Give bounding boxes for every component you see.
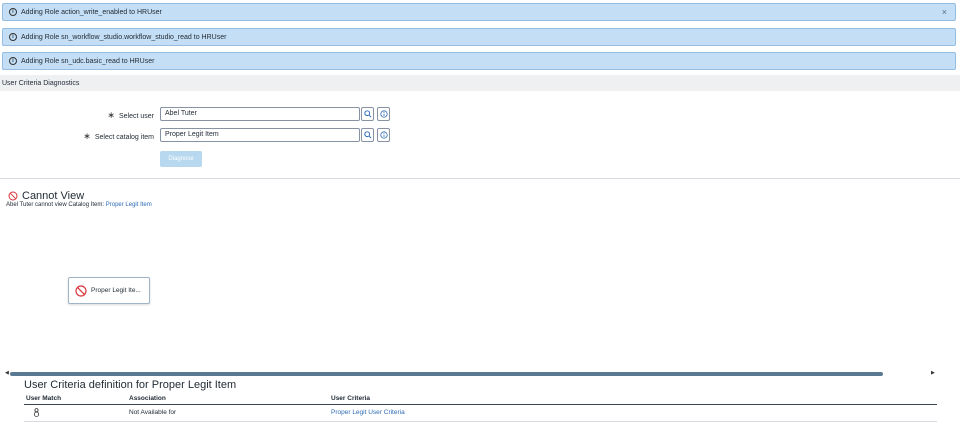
header-divider <box>24 404 937 405</box>
user-criteria-link[interactable]: Proper Legit User Criteria <box>331 409 405 416</box>
scroll-right-icon[interactable]: ▶ <box>931 370 935 376</box>
banner-text: Adding Role sn_udc.basic_read to HRUser <box>21 57 155 65</box>
scroll-left-icon[interactable]: ◀ <box>5 370 9 376</box>
info-circle-icon <box>379 131 388 139</box>
info-banner-2: i Adding Role sn_workflow_studio.workflo… <box>2 28 956 46</box>
diagnose-button[interactable]: Diagnose <box>160 151 202 167</box>
user-search-button[interactable] <box>361 107 374 121</box>
divider <box>0 178 960 179</box>
catalog-item-node[interactable]: Proper Legit Ite... <box>68 277 150 304</box>
section-title: User Criteria Diagnostics <box>2 79 80 87</box>
user-info-button[interactable] <box>377 107 390 121</box>
info-circle-icon <box>379 110 388 118</box>
item-info-button[interactable] <box>377 128 390 142</box>
search-icon <box>363 110 372 118</box>
result-title: Cannot View <box>8 190 84 202</box>
select-catalog-item-input[interactable]: Proper Legit Item <box>160 128 360 142</box>
user-match-icon <box>33 408 40 419</box>
blocked-icon <box>75 284 87 297</box>
required-icon: ∗ <box>107 110 115 120</box>
header-user-criteria: User Criteria <box>331 395 371 402</box>
section-header: User Criteria Diagnostics <box>0 75 960 91</box>
header-association: Association <box>129 395 166 402</box>
node-label: Proper Legit Ite... <box>91 287 141 294</box>
catalog-item-link[interactable]: Proper Legit Item <box>106 202 152 208</box>
select-user-input[interactable]: Abel Tuter <box>160 107 360 121</box>
info-banner-1: i Adding Role action_write_enabled to HR… <box>2 3 956 21</box>
close-icon[interactable]: × <box>942 7 947 17</box>
info-banner-3: i Adding Role sn_udc.basic_read to HRUse… <box>2 52 956 70</box>
blocked-icon <box>8 191 18 201</box>
info-icon: i <box>9 8 17 16</box>
select-catalog-item-label: ∗ Select catalog item <box>83 131 154 141</box>
search-icon <box>363 131 372 139</box>
definition-title: User Criteria definition for Proper Legi… <box>24 379 237 391</box>
select-user-label: ∗ Select user <box>107 110 154 120</box>
info-icon: i <box>9 57 17 65</box>
required-icon: ∗ <box>83 131 91 141</box>
row-divider <box>24 421 937 422</box>
banner-text: Adding Role sn_workflow_studio.workflow_… <box>21 33 227 41</box>
result-description: Abel Tuter cannot view Catalog Item: Pro… <box>6 202 152 208</box>
header-user-match: User Match <box>26 395 62 402</box>
info-icon: i <box>9 33 17 41</box>
banner-text: Adding Role action_write_enabled to HRUs… <box>21 8 162 16</box>
association-cell: Not Available for <box>129 409 177 416</box>
scrollbar-thumb[interactable] <box>10 372 883 376</box>
item-search-button[interactable] <box>361 128 374 142</box>
